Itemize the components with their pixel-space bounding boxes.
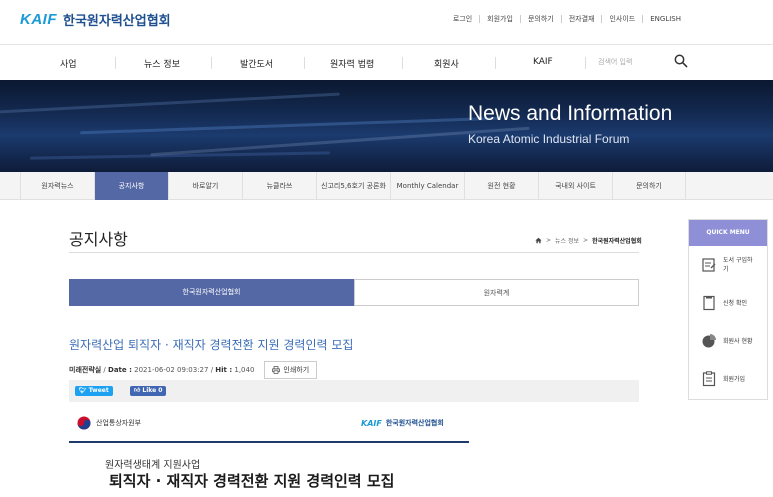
quick-member-status[interactable]: 회원사 현황 [689,322,769,360]
nav-divider [585,57,586,69]
banner-subtitle: Korea Atomic Industrial Forum [468,132,630,146]
logo-kaif-text: KAIF [20,11,57,28]
logo-org-text: 한국원자력산업협회 [63,14,171,29]
poster-kaif-text: KAIF [361,418,382,428]
poster-headline: 퇴직자 · 재직자 경력전환 지원 경력인력 모집 [109,472,395,490]
page-title: 공지사항 [69,230,128,249]
tab-nuclass[interactable]: 뉴클라쓰 [242,172,316,200]
poster-org-text: 한국원자력산업협회 [385,419,444,427]
poster-divider [69,441,469,443]
site-logo[interactable]: KAIF 한국원자력산업협회 [20,10,171,29]
nav-news-info[interactable]: 뉴스 정보 [144,57,180,70]
home-icon[interactable] [535,237,542,244]
share-bar: 🐦︎ Tweet 👍︎ Like 0 [69,380,639,402]
ministry-logo: 산업통상자원부 [77,416,141,430]
quick-menu: QUICK MENU 도서 구입하기 신청 확인 회원사 현황 회원가입 [688,219,768,400]
breadcrumb-current: 한국원자력산업협회 [592,238,642,245]
signup-link[interactable]: 회원가입 [479,15,520,23]
quick-menu-title: QUICK MENU [689,220,767,246]
ministry-name: 산업통상자원부 [96,419,142,427]
search-input[interactable]: 검색어 입력 [598,57,632,67]
quick-signup-label: 회원가입 [723,375,746,383]
quick-member-status-label: 회원사 현황 [723,337,753,345]
nav-members[interactable]: 회원사 [434,57,459,70]
breadcrumb-separator: > [583,237,589,244]
search-icon[interactable] [674,54,688,68]
tab-know-right[interactable]: 바로알기 [168,172,242,200]
hero-banner: News and Information Korea Atomic Indust… [0,80,773,172]
tab-kaif-notices[interactable]: 한국원자력산업협회 [69,279,354,306]
nav-divider [211,57,212,69]
quick-application-check[interactable]: 신청 확인 [689,284,769,322]
signup-form-icon [702,371,716,387]
login-link[interactable]: 로그인 [446,15,479,23]
inside-link[interactable]: 인사이드 [601,15,642,23]
quick-application-check-label: 신청 확인 [723,299,747,307]
tab-plant-status[interactable]: 원전 현황 [464,172,538,200]
sub-nav: 원자력뉴스 공지사항 바로알기 뉴클라쓰 신고리5,6호기 공론화 Monthl… [0,172,773,200]
notice-poster-image: 산업통상자원부 KAIF 한국원자력산업협회 원자력생태계 지원사업 퇴직자 ·… [69,404,639,497]
quick-book-order-label: 도서 구입하기 [723,257,753,273]
nav-divider [495,57,496,69]
breadcrumb: > 뉴스 정보 > 한국원자력산업협회 [535,236,642,245]
tab-external-sites[interactable]: 국내외 사이트 [538,172,612,200]
article-meta: 미래전략실 / Date : 2021-06-02 09:03:27 / Hit… [69,361,318,379]
tweet-label: Tweet [88,387,109,394]
twitter-icon: 🐦︎ [79,387,87,394]
taegeuk-emblem-icon [77,416,91,430]
quick-signup[interactable]: 회원가입 [689,360,769,398]
contact-link[interactable]: 문의하기 [519,15,561,23]
nav-divider [402,57,403,69]
nav-divider [304,57,305,69]
heading-divider [69,252,639,253]
hit-label: Hit : [215,366,233,374]
facebook-like-button[interactable]: 👍︎ Like 0 [130,386,167,396]
article-author: 미래전략실 [69,366,102,374]
quick-book-order[interactable]: 도서 구입하기 [689,246,769,284]
nav-publications[interactable]: 발간도서 [240,57,273,70]
banner-light-streak [0,92,340,115]
poster-kaif-logo: KAIF 한국원자력산업협회 [361,418,444,428]
print-button[interactable]: 인쇄하기 [264,361,318,379]
nav-kaif[interactable]: KAIF [533,57,553,67]
nav-business[interactable]: 사업 [60,57,77,70]
main-nav: 사업 뉴스 정보 발간도서 원자력 법령 회원사 KAIF 검색어 입력 [0,44,773,80]
top-bar: KAIF 한국원자력산업협회 로그인 회원가입 문의하기 전자결재 인사이드 E… [0,0,773,44]
english-link[interactable]: ENGLISH [642,15,688,23]
tab-nuclear-news[interactable]: 원자력뉴스 [20,172,94,200]
article-date: 2021-06-02 09:03:27 [134,366,209,374]
utility-links: 로그인 회원가입 문의하기 전자결재 인사이드 ENGLISH [446,15,688,23]
article-hits: 1,040 [234,366,255,374]
poster-subtitle: 원자력생태계 지원사업 [105,460,201,471]
banner-light-streak [80,116,500,135]
tab-notices[interactable]: 공지사항 [94,172,168,200]
tab-nuclear-community[interactable]: 원자력계 [354,279,639,306]
article-meta-text: 미래전략실 / Date : 2021-06-02 09:03:27 / Hit… [69,366,255,374]
banner-title: News and Information [468,102,673,125]
breadcrumb-news-info[interactable]: 뉴스 정보 [555,236,579,245]
tab-contact[interactable]: 문의하기 [612,172,686,200]
e-approval-link[interactable]: 전자결재 [560,15,602,23]
printer-icon [272,366,281,374]
thumbs-up-icon: 👍︎ [134,387,141,394]
application-check-icon [703,295,715,311]
tweet-button[interactable]: 🐦︎ Tweet [75,386,113,396]
breadcrumb-separator: > [546,237,552,244]
nav-nuclear-law[interactable]: 원자력 법령 [330,57,374,70]
date-label: Date : [108,366,132,374]
like-label: Like 0 [142,387,163,394]
tab-monthly-calendar[interactable]: Monthly Calendar [390,172,464,200]
book-order-icon [702,258,716,272]
nav-divider [115,57,116,69]
tab-shingori-forum[interactable]: 신고리5,6호기 공론화 [316,172,390,200]
pie-chart-icon [702,334,716,348]
article-title: 원자력산업 퇴직자 · 재직자 경력전환 지원 경력인력 모집 [69,338,354,352]
print-label: 인쇄하기 [283,366,310,374]
